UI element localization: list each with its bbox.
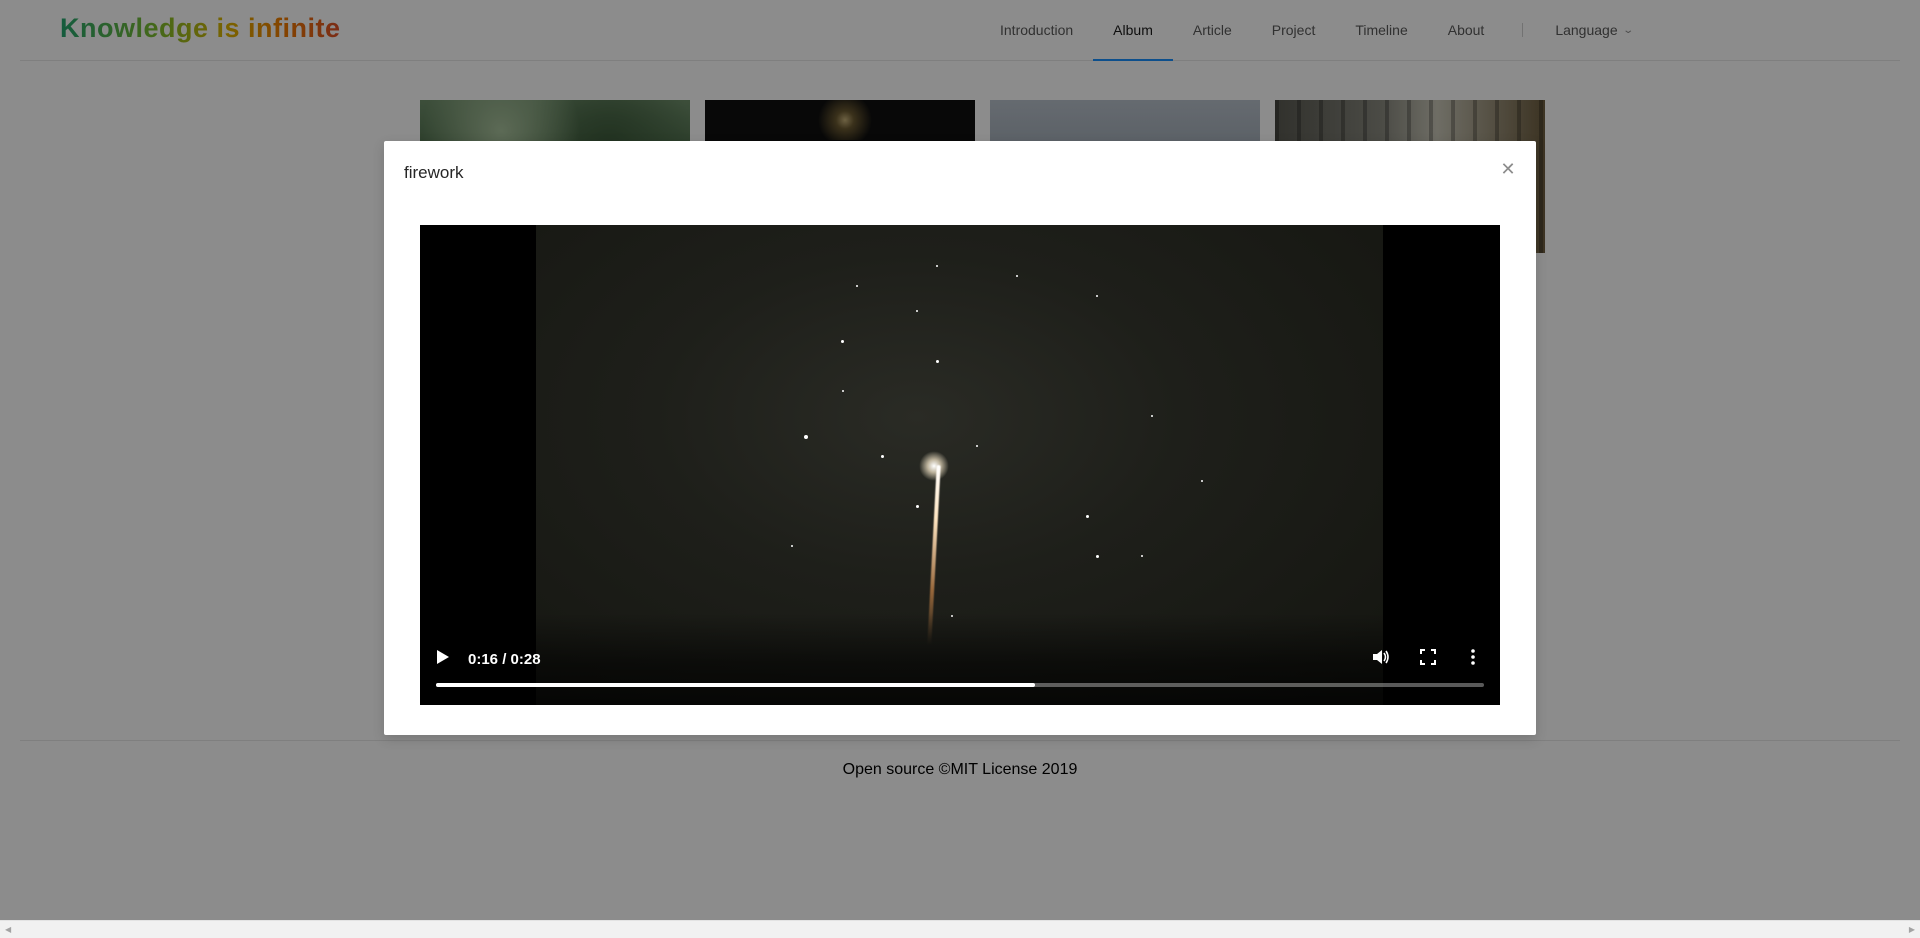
spark [804, 435, 808, 439]
close-icon[interactable]: ✕ [1498, 159, 1518, 179]
spark [1096, 295, 1098, 297]
spark [791, 545, 793, 547]
spark [856, 285, 858, 287]
video-player[interactable]: 0:16 / 0:28 [420, 225, 1500, 705]
modal-title: firework [404, 163, 464, 182]
spark [1096, 555, 1099, 558]
spark [976, 445, 978, 447]
spark [1141, 555, 1143, 557]
spark [1086, 515, 1089, 518]
spark [936, 360, 939, 363]
spark [1151, 415, 1153, 417]
spark [1201, 480, 1203, 482]
firework-burst [919, 451, 949, 481]
video-progress-bar[interactable] [436, 683, 1484, 687]
spark [1016, 275, 1018, 277]
spark [916, 505, 919, 508]
spark [881, 455, 884, 458]
controls-gradient [420, 613, 1500, 705]
more-options-icon[interactable] [1470, 649, 1476, 665]
fullscreen-icon[interactable] [1420, 649, 1436, 665]
video-modal: firework ✕ 0:16 / 0:28 [384, 141, 1536, 735]
spark [841, 340, 844, 343]
time-display: 0:16 / 0:28 [468, 651, 541, 668]
horizontal-scrollbar[interactable]: ◀ ▶ [0, 920, 1920, 938]
volume-icon[interactable] [1372, 649, 1390, 665]
scroll-left-icon[interactable]: ◀ [5, 925, 11, 934]
spark [842, 390, 844, 392]
spark [916, 310, 918, 312]
play-icon[interactable] [436, 649, 450, 665]
scroll-right-icon[interactable]: ▶ [1909, 925, 1915, 934]
video-progress-fill [436, 683, 1035, 687]
spark [936, 265, 938, 267]
